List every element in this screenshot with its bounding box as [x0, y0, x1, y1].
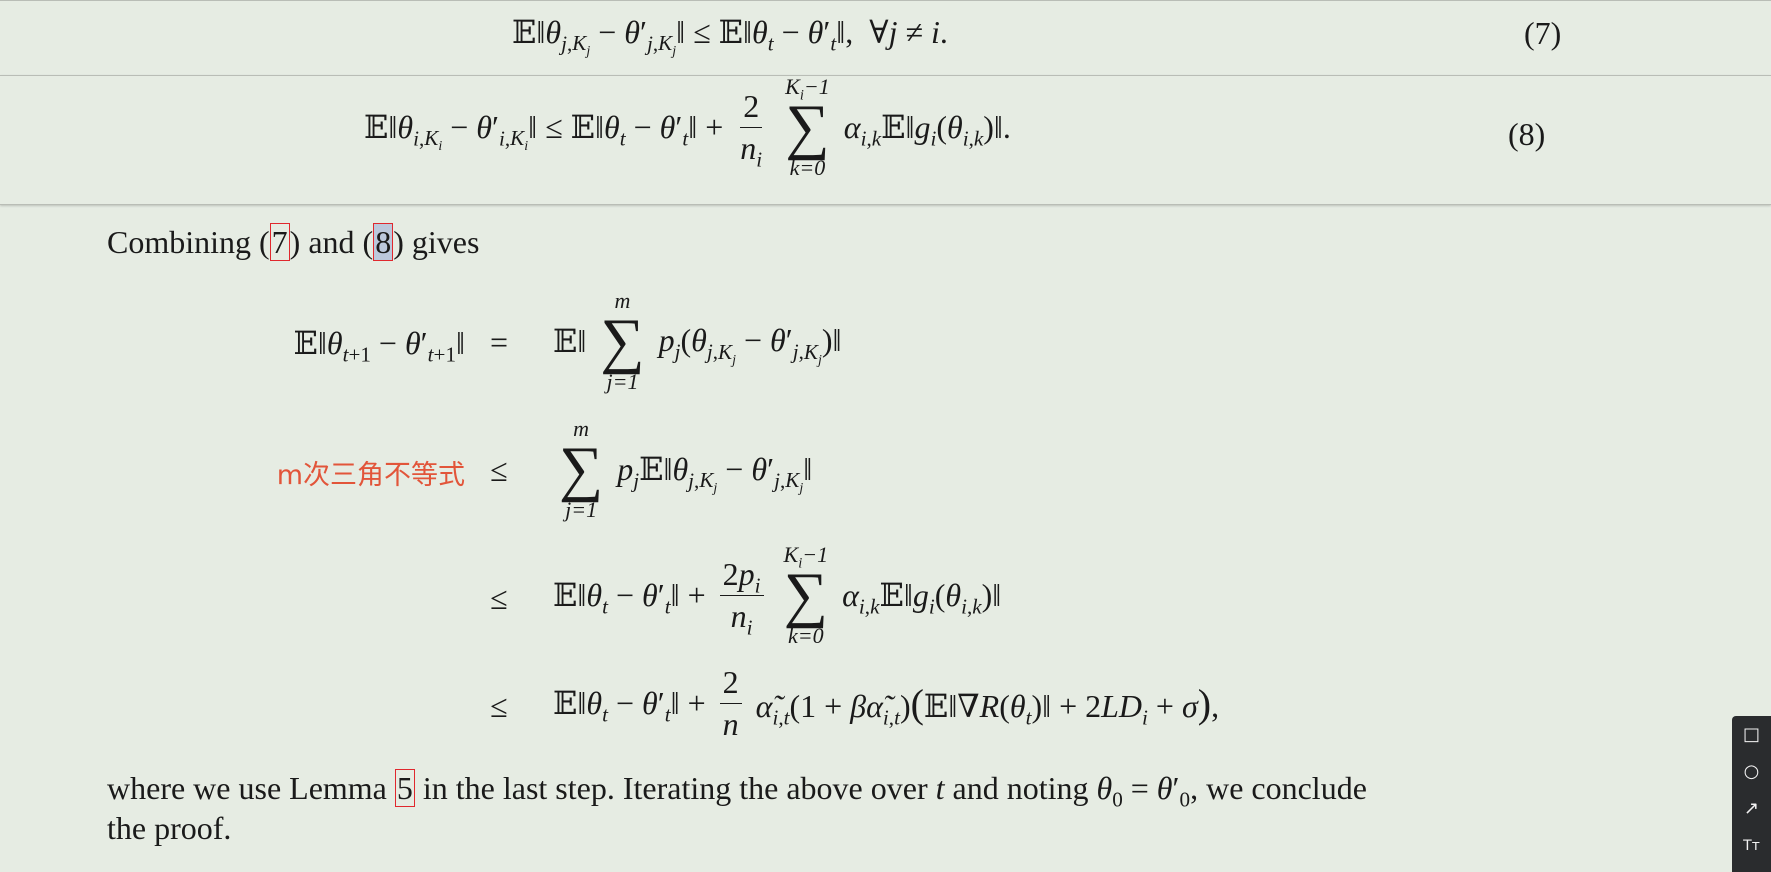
conclusion-line-1: where we use Lemma 5 in the last step. I… [107, 768, 1367, 812]
paragraph-text: ) gives [393, 224, 480, 260]
paragraph-text: , we conclude [1190, 770, 1367, 806]
leq-sign: ≤ [490, 452, 508, 488]
leq-sign: ≤ [490, 580, 508, 616]
paragraph-text: ) and ( [289, 224, 374, 260]
derivation-lhs: 𝔼‖θt+1 − θ′t+1‖ [293, 324, 465, 367]
rectangle-icon[interactable]: □ [1732, 716, 1771, 753]
conclusion-paragraph: where we use Lemma 5 in the last step. I… [107, 768, 1367, 848]
equation-8-bar: 𝔼‖θi,Ki − θ′i,Ki‖ ≤ 𝔼‖θt − θ′t‖ + 2 ni Ki… [0, 75, 1771, 205]
paragraph-text: and noting [944, 770, 1097, 806]
equation-7-bar: 𝔼‖θj,Kj − θ′j,Kj‖ ≤ 𝔼‖θt − θ′t‖, ∀j ≠ i.… [0, 0, 1771, 76]
derivation-rhs-1: 𝔼‖ m ∑ j=1 pj(θj,Kj − θ′j,Kj)‖ [553, 288, 842, 394]
annotation-toolbar: □ ○ ↗ Tт [1732, 716, 1771, 872]
derivation-rhs-3: 𝔼‖θt − θ′t‖ + 2pi ni Ki−1 ∑ k=0 αi,k𝔼‖gi(θi… [553, 542, 1002, 648]
derivation-rhs-2: m ∑ j=1 pj𝔼‖θj,Kj − θ′j,Kj‖ [559, 416, 813, 522]
equation-7: 𝔼‖θj,Kj − θ′j,Kj‖ ≤ 𝔼‖θt − θ′t‖, ∀j ≠ i. [512, 13, 948, 60]
equation-8-number: (8) [1508, 116, 1546, 152]
paragraph-text: where we use Lemma [107, 770, 395, 806]
leq-sign: ≤ [490, 688, 508, 724]
derivation-row-1: 𝔼‖θt+1 − θ′t+1‖ = 𝔼‖ m ∑ j=1 pj(θj,Kj − θ′… [0, 290, 1771, 400]
derivation-row-2: m次三角不等式 ≤ m ∑ j=1 pj𝔼‖θj,Kj − θ′j,Kj‖ [0, 418, 1771, 528]
derivation-row-3: ≤ 𝔼‖θt − θ′t‖ + 2pi ni Ki−1 ∑ k=0 αi,k𝔼‖gi(… [0, 544, 1771, 656]
lemma-ref-5[interactable]: 5 [394, 769, 415, 807]
equation-7-number: (7) [1524, 15, 1562, 51]
conclusion-line-2: the proof. [107, 810, 232, 846]
circle-icon[interactable]: ○ [1732, 753, 1771, 790]
equation-8: 𝔼‖θi,Ki − θ′i,Ki‖ ≤ 𝔼‖θt − θ′t‖ + 2 ni Ki… [364, 74, 1011, 180]
paragraph-text: Combining ( [107, 224, 270, 260]
combining-paragraph: Combining (7) and (8) gives [107, 223, 480, 261]
arrow-icon[interactable]: ↗ [1732, 790, 1771, 827]
annotation-note: m次三角不等式 [276, 460, 465, 491]
equals-sign: = [490, 324, 509, 360]
text-tool-icon[interactable]: Tт [1732, 827, 1771, 864]
derivation-rhs-4: 𝔼‖θt − θ′t‖ + 2n α̃i,t(1 + βα̃i,t)(𝔼‖∇R(… [553, 664, 1220, 742]
derivation-row-4: ≤ 𝔼‖θt − θ′t‖ + 2n α̃i,t(1 + βα̃i,t)(𝔼‖∇… [0, 664, 1771, 744]
equation-ref-8[interactable]: 8 [373, 223, 394, 261]
paragraph-text: in the last step. Iterating the above ov… [414, 770, 936, 806]
math-theta-equality: θ0 = θ′0 [1096, 770, 1191, 812]
equation-ref-7[interactable]: 7 [269, 223, 290, 261]
